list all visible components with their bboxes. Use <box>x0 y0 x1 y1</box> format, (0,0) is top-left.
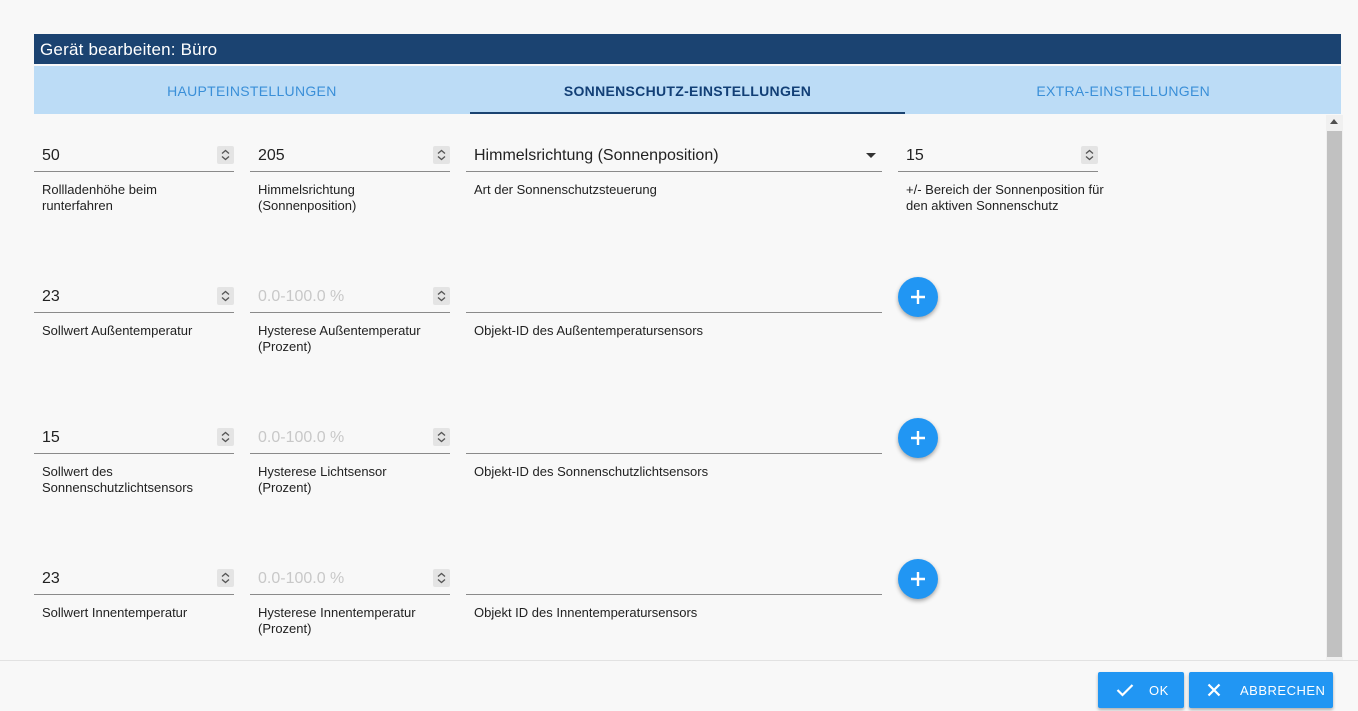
plus-icon <box>911 290 925 304</box>
scrollbar-thumb[interactable] <box>1327 131 1342 657</box>
spinner-icon[interactable] <box>217 428 234 446</box>
outside-temp-hysteresis-label: Hysterese Außentemperatur (Prozent) <box>258 323 421 354</box>
sun-protection-form: 50 Rollladenhöhe beim runterfahren 205 H… <box>34 115 1324 660</box>
spinner-icon[interactable] <box>1081 146 1098 164</box>
cancel-button[interactable]: ABBRECHEN <box>1189 672 1333 708</box>
dropdown-arrow-icon[interactable] <box>866 153 876 158</box>
tab-main-settings[interactable]: HAUPTEINSTELLUNGEN <box>34 66 470 114</box>
light-sensor-hysteresis-field: 0.0-100.0 % Hysterese Lichtsensor (Proze… <box>250 422 450 502</box>
outside-temp-hysteresis-field: 0.0-100.0 % Hysterese Außentemperatur (P… <box>250 281 450 361</box>
inside-temp-setpoint-input[interactable]: 23 <box>34 563 234 595</box>
sun-position-range-label: +/- Bereich der Sonnenposition für den a… <box>906 182 1104 213</box>
light-sensor-setpoint-label: Sollwert des Sonnenschutzlichtsensors <box>42 464 194 495</box>
spinner-icon[interactable] <box>433 146 450 164</box>
spinner-icon[interactable] <box>433 287 450 305</box>
shutter-height-input[interactable]: 50 <box>34 140 234 172</box>
outside-temp-setpoint-label: Sollwert Außentemperatur <box>42 323 193 338</box>
inside-temp-hysteresis-input[interactable]: 0.0-100.0 % <box>250 563 450 595</box>
sun-protection-mode-label: Art der Sonnenschutzsteuerung <box>474 182 657 197</box>
outside-temp-sensor-label: Objekt-ID des Außentemperatursensors <box>474 323 704 338</box>
plus-icon <box>911 431 925 445</box>
outside-temp-hysteresis-input[interactable]: 0.0-100.0 % <box>250 281 450 313</box>
add-outside-temp-sensor-button[interactable] <box>898 277 938 317</box>
sun-direction-field: 205 Himmelsrichtung (Sonnenposition) <box>250 140 450 220</box>
sun-protection-mode-select[interactable]: Himmelsrichtung (Sonnenposition) <box>466 140 882 172</box>
sun-protection-mode-field: Himmelsrichtung (Sonnenposition) Art der… <box>466 140 882 220</box>
inside-temp-sensor-input[interactable] <box>466 563 882 595</box>
shutter-height-label: Rollladenhöhe beim runterfahren <box>42 182 157 213</box>
sun-position-range-field: 15 +/- Bereich der Sonnenposition für de… <box>898 140 1104 220</box>
light-sensor-id-field: Objekt-ID des Sonnenschutzlichtsensors <box>466 422 882 502</box>
light-sensor-setpoint-input[interactable]: 15 <box>34 422 234 454</box>
vertical-scrollbar[interactable] <box>1326 115 1343 660</box>
tab-extra-settings[interactable]: EXTRA-EINSTELLUNGEN <box>905 66 1341 114</box>
scroll-up-arrow-icon[interactable] <box>1330 119 1338 124</box>
outside-temp-sensor-input[interactable] <box>466 281 882 313</box>
cancel-button-label: ABBRECHEN <box>1240 683 1326 698</box>
inside-temp-sensor-label: Objekt ID des Innentemperatursensors <box>474 605 698 620</box>
outside-temp-setpoint-input[interactable]: 23 <box>34 281 234 313</box>
inside-temp-setpoint-label: Sollwert Innentemperatur <box>42 605 188 620</box>
outside-temp-sensor-field: Objekt-ID des Außentemperatursensors <box>466 281 882 361</box>
spinner-icon[interactable] <box>433 428 450 446</box>
sun-direction-label: Himmelsrichtung (Sonnenposition) <box>258 182 357 213</box>
inside-temp-setpoint-field: 23 Sollwert Innentemperatur <box>34 563 234 643</box>
inside-temp-hysteresis-field: 0.0-100.0 % Hysterese Innentemperatur (P… <box>250 563 450 643</box>
inside-temp-sensor-field: Objekt ID des Innentemperatursensors <box>466 563 882 643</box>
spinner-icon[interactable] <box>433 569 450 587</box>
shutter-height-field: 50 Rollladenhöhe beim runterfahren <box>34 140 234 220</box>
close-icon <box>1207 683 1221 697</box>
light-sensor-setpoint-field: 15 Sollwert des Sonnenschutzlichtsensors <box>34 422 234 502</box>
check-icon <box>1116 684 1134 697</box>
light-sensor-id-label: Objekt-ID des Sonnenschutzlichtsensors <box>474 464 709 479</box>
inside-temp-hysteresis-label: Hysterese Innentemperatur (Prozent) <box>258 605 416 636</box>
edit-device-dialog: Gerät bearbeiten: Büro HAUPTEINSTELLUNGE… <box>34 34 1341 114</box>
add-light-sensor-button[interactable] <box>898 418 938 458</box>
footer-divider <box>0 660 1358 661</box>
tab-sun-protection-settings[interactable]: SONNENSCHUTZ-EINSTELLUNGEN <box>469 66 906 114</box>
ok-button-label: OK <box>1149 683 1169 698</box>
spinner-icon[interactable] <box>217 146 234 164</box>
add-inside-temp-sensor-button[interactable] <box>898 559 938 599</box>
outside-temp-setpoint-field: 23 Sollwert Außentemperatur <box>34 281 234 361</box>
sun-direction-input[interactable]: 205 <box>250 140 450 172</box>
spinner-icon[interactable] <box>217 287 234 305</box>
light-sensor-id-input[interactable] <box>466 422 882 454</box>
light-sensor-hysteresis-input[interactable]: 0.0-100.0 % <box>250 422 450 454</box>
light-sensor-hysteresis-label: Hysterese Lichtsensor (Prozent) <box>258 464 387 495</box>
dialog-title: Gerät bearbeiten: Büro <box>34 34 1341 64</box>
plus-icon <box>911 572 925 586</box>
ok-button[interactable]: OK <box>1098 672 1184 708</box>
spinner-icon[interactable] <box>217 569 234 587</box>
sun-position-range-input[interactable]: 15 <box>898 140 1098 172</box>
tab-bar: HAUPTEINSTELLUNGEN SONNENSCHUTZ-EINSTELL… <box>34 66 1341 114</box>
